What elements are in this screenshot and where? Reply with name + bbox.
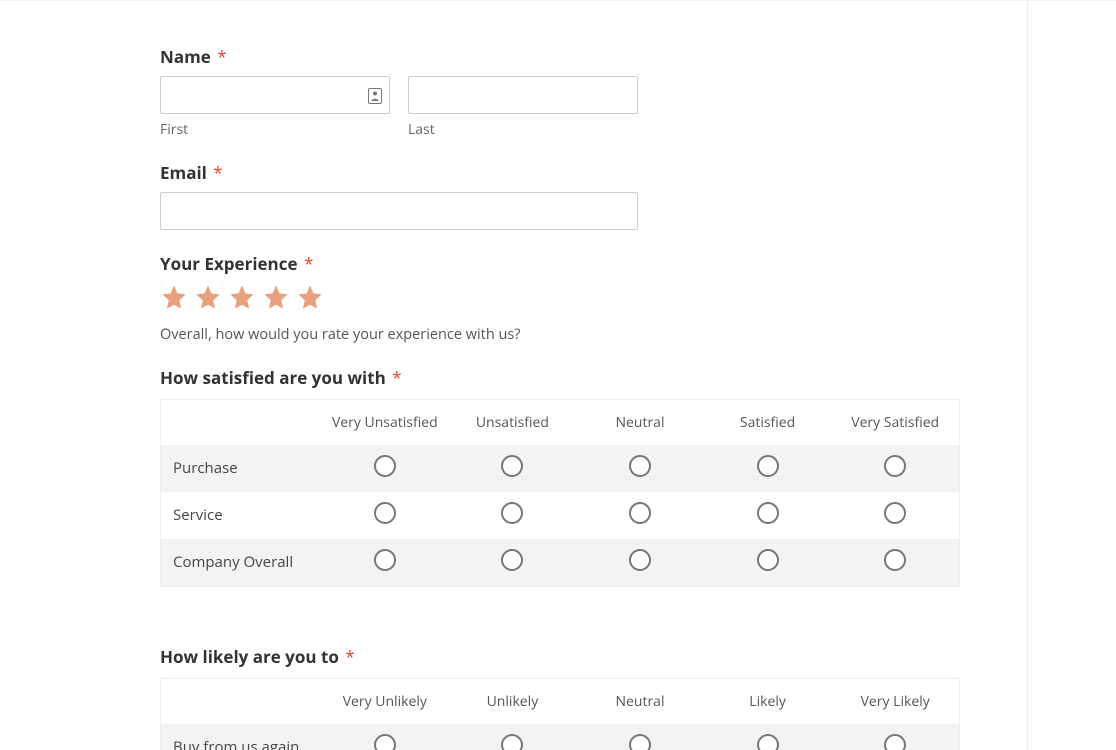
radio-buy-unlikely[interactable] [501, 734, 523, 750]
radio-buy-very-unlikely[interactable] [374, 734, 396, 750]
likert-col-header: Satisfied [704, 403, 832, 442]
radio-service-unsatisfied[interactable] [501, 502, 523, 524]
likert-col-header: Unsatisfied [449, 403, 577, 442]
email-input[interactable] [160, 192, 638, 230]
experience-label-text: Your Experience [160, 252, 298, 275]
radio-company-very-satisfied[interactable] [884, 549, 906, 571]
likert-row-service: Service [161, 492, 959, 539]
radio-service-very-satisfied[interactable] [884, 502, 906, 524]
radio-purchase-unsatisfied[interactable] [501, 455, 523, 477]
likert-col-header: Unlikely [449, 682, 577, 721]
experience-field: Your Experience * Overall, how would you… [160, 252, 1027, 344]
first-name-input[interactable] [160, 76, 390, 114]
satisfaction-field: How satisfied are you with * Very Unsati… [160, 366, 1027, 587]
radio-purchase-very-unsatisfied[interactable] [374, 455, 396, 477]
likert-row-label: Purchase [161, 449, 321, 489]
likert-header-row: Very Unlikely Unlikely Neutral Likely Ve… [161, 679, 959, 724]
required-mark: * [392, 366, 401, 389]
star-3[interactable] [228, 283, 256, 311]
radio-service-satisfied[interactable] [757, 502, 779, 524]
name-field: Name * First Last [160, 45, 1027, 139]
name-label: Name * [160, 45, 1027, 68]
radio-company-satisfied[interactable] [757, 549, 779, 571]
radio-service-very-unsatisfied[interactable] [374, 502, 396, 524]
name-label-text: Name [160, 45, 211, 68]
last-name-sublabel: Last [408, 120, 638, 139]
likert-header-row: Very Unsatisfied Unsatisfied Neutral Sat… [161, 400, 959, 445]
star-rating [160, 283, 1027, 311]
required-mark: * [345, 645, 354, 668]
likert-col-header: Neutral [576, 682, 704, 721]
likert-col-header: Likely [704, 682, 832, 721]
likert-row-purchase: Purchase [161, 445, 959, 492]
likert-row-company-overall: Company Overall [161, 539, 959, 586]
required-mark: * [213, 161, 222, 184]
required-mark: * [304, 252, 313, 275]
likelihood-label-text: How likely are you to [160, 645, 339, 668]
likert-row-buy-again: Buy from us again [161, 724, 959, 750]
likert-row-label: Buy from us again [161, 728, 321, 750]
radio-purchase-neutral[interactable] [629, 455, 651, 477]
satisfaction-likert: Very Unsatisfied Unsatisfied Neutral Sat… [160, 399, 960, 587]
likert-col-header: Very Unsatisfied [321, 403, 449, 442]
radio-purchase-satisfied[interactable] [757, 455, 779, 477]
likert-row-label: Service [161, 496, 321, 536]
likelihood-likert: Very Unlikely Unlikely Neutral Likely Ve… [160, 678, 960, 750]
radio-company-unsatisfied[interactable] [501, 549, 523, 571]
form-container: Name * First Last [8, 1, 1028, 750]
satisfaction-label: How satisfied are you with * [160, 366, 1027, 389]
likelihood-field: How likely are you to * Very Unlikely Un… [160, 645, 1027, 750]
satisfaction-label-text: How satisfied are you with [160, 366, 386, 389]
experience-description: Overall, how would you rate your experie… [160, 325, 1027, 344]
radio-buy-likely[interactable] [757, 734, 779, 750]
likert-col-header: Neutral [576, 403, 704, 442]
email-label-text: Email [160, 161, 207, 184]
first-name-sublabel: First [160, 120, 390, 139]
email-label: Email * [160, 161, 1027, 184]
star-1[interactable] [160, 283, 188, 311]
likert-col-header: Very Satisfied [831, 403, 959, 442]
email-field: Email * [160, 161, 1027, 230]
star-5[interactable] [296, 283, 324, 311]
radio-buy-neutral[interactable] [629, 734, 651, 750]
last-name-input[interactable] [408, 76, 638, 114]
likert-col-header: Very Unlikely [321, 682, 449, 721]
radio-purchase-very-satisfied[interactable] [884, 455, 906, 477]
radio-buy-very-likely[interactable] [884, 734, 906, 750]
radio-service-neutral[interactable] [629, 502, 651, 524]
radio-company-neutral[interactable] [629, 549, 651, 571]
likelihood-label: How likely are you to * [160, 645, 1027, 668]
star-2[interactable] [194, 283, 222, 311]
star-4[interactable] [262, 283, 290, 311]
radio-company-very-unsatisfied[interactable] [374, 549, 396, 571]
required-mark: * [217, 45, 226, 68]
likert-col-header: Very Likely [831, 682, 959, 721]
likert-row-label: Company Overall [161, 543, 321, 583]
experience-label: Your Experience * [160, 252, 1027, 275]
